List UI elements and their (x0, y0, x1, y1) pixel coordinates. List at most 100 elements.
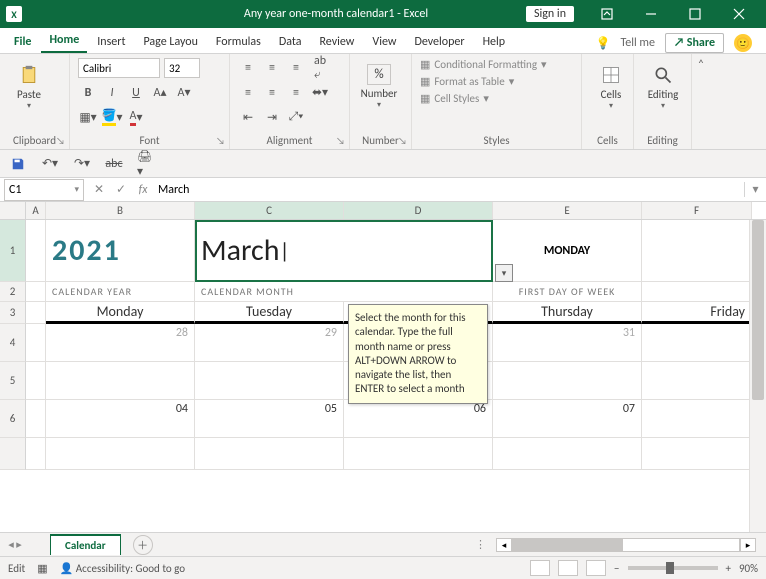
vertical-scrollbar[interactable] (749, 220, 766, 532)
orientation-button[interactable]: ⤢▾ (286, 107, 306, 127)
cell[interactable] (26, 220, 46, 282)
cell[interactable] (344, 220, 493, 282)
worksheet[interactable]: A B C D E F 1 2021 March| MONDAY 2 CALEN… (0, 202, 766, 532)
tell-me[interactable]: Tell me (620, 36, 655, 50)
cells-button[interactable]: Cells▾ (590, 58, 632, 116)
cell[interactable] (26, 438, 46, 470)
cell[interactable] (26, 400, 46, 438)
view-page-break-button[interactable] (586, 560, 606, 576)
account-icon[interactable]: 🙂 (734, 34, 752, 52)
font-size[interactable] (164, 58, 200, 78)
merge-center-button[interactable]: ⬌▾ (310, 83, 330, 103)
align-middle-button[interactable]: ≡ (262, 58, 282, 78)
ribbon-options-button[interactable] (586, 0, 628, 28)
cell[interactable]: Monday (46, 302, 195, 324)
tab-data[interactable]: Data (271, 31, 310, 53)
zoom-level[interactable]: 90% (739, 562, 758, 575)
formula-input[interactable] (154, 183, 744, 197)
sheet-nav[interactable]: ◂ ▸ (0, 538, 30, 551)
horizontal-scrollbar[interactable]: ◂▸ (496, 537, 756, 553)
cell[interactable] (642, 282, 752, 302)
cell[interactable] (642, 324, 752, 362)
cell-first-day[interactable]: MONDAY (493, 220, 642, 282)
collapse-ribbon-button[interactable]: ˄ (692, 54, 710, 149)
increase-font-button[interactable]: A▴ (150, 83, 170, 103)
italic-button[interactable]: I (102, 83, 122, 103)
row-header[interactable]: 4 (0, 324, 26, 362)
bold-button[interactable]: B (78, 83, 98, 103)
tab-home[interactable]: Home (41, 29, 87, 53)
row-header[interactable]: 6 (0, 400, 26, 438)
number-format-button[interactable]: % Number▾ (358, 58, 400, 116)
cell[interactable] (26, 302, 46, 324)
sheet-tab-calendar[interactable]: Calendar (50, 534, 121, 555)
undo-button[interactable]: ↶▾ (40, 154, 60, 174)
tab-developer[interactable]: Developer (406, 31, 472, 53)
cell[interactable] (46, 438, 195, 470)
fx-icon[interactable]: fx (132, 183, 154, 197)
row-header[interactable]: 1 (0, 220, 26, 282)
wrap-text-button[interactable]: ab⤶ (310, 58, 330, 78)
share-button[interactable]: ↗ Share (665, 33, 724, 53)
decrease-font-button[interactable]: A▾ (174, 83, 194, 103)
select-all-corner[interactable] (0, 202, 26, 219)
cell[interactable]: Thursday (493, 302, 642, 324)
redo-button[interactable]: ↷▾ (72, 154, 92, 174)
new-sheet-button[interactable]: ＋ (133, 535, 153, 555)
cell[interactable]: Friday (642, 302, 752, 324)
row-header[interactable] (0, 438, 26, 470)
cell[interactable]: CALENDAR MONTH (195, 282, 493, 302)
cell[interactable] (26, 282, 46, 302)
cell[interactable]: 04 (46, 400, 195, 438)
view-page-layout-button[interactable] (558, 560, 578, 576)
save-button[interactable] (8, 154, 28, 174)
align-center-button[interactable]: ≡ (262, 83, 282, 103)
tab-review[interactable]: Review (312, 31, 363, 53)
fill-color-button[interactable]: 🪣▾ (102, 107, 122, 127)
cell[interactable]: Tuesday (195, 302, 344, 324)
view-normal-button[interactable] (530, 560, 550, 576)
expand-formula-button[interactable]: ▾ (744, 182, 766, 197)
close-button[interactable] (718, 0, 760, 28)
align-right-button[interactable]: ≡ (286, 83, 306, 103)
cell[interactable]: 05 (195, 400, 344, 438)
cell[interactable] (195, 362, 344, 400)
cell-month[interactable]: March| (195, 220, 344, 282)
format-as-table-button[interactable]: ▦ Format as Table ▾ (420, 75, 573, 88)
tab-insert[interactable]: Insert (89, 31, 133, 53)
tab-file[interactable]: File (6, 31, 39, 53)
cell[interactable] (26, 362, 46, 400)
cell[interactable] (195, 438, 344, 470)
align-top-button[interactable]: ≡ (238, 58, 258, 78)
zoom-slider[interactable] (628, 566, 718, 570)
cell[interactable]: FIRST DAY OF WEEK (493, 282, 642, 302)
paste-button[interactable]: Paste▾ (8, 58, 50, 116)
cell[interactable] (642, 220, 752, 282)
quick-print-button[interactable]: 🖨▾ (136, 154, 156, 174)
cancel-edit-button[interactable]: ✕ (88, 182, 110, 197)
confirm-edit-button[interactable]: ✓ (110, 182, 132, 197)
tab-formulas[interactable]: Formulas (208, 31, 269, 53)
zoom-out-button[interactable]: − (614, 562, 619, 575)
alignment-launcher[interactable]: ↘ (336, 134, 345, 147)
align-left-button[interactable]: ≡ (238, 83, 258, 103)
col-header[interactable]: F (642, 202, 752, 219)
col-header[interactable]: D (344, 202, 493, 219)
cell[interactable]: CALENDAR YEAR (46, 282, 195, 302)
cell[interactable] (344, 438, 493, 470)
cell[interactable]: 06 (344, 400, 493, 438)
tab-page-layout[interactable]: Page Layou (135, 31, 205, 53)
macro-record-icon[interactable]: ▦ (37, 562, 47, 575)
maximize-button[interactable] (674, 0, 716, 28)
cell[interactable] (26, 324, 46, 362)
row-header[interactable]: 5 (0, 362, 26, 400)
tab-view[interactable]: View (364, 31, 404, 53)
cell[interactable] (46, 362, 195, 400)
font-launcher[interactable]: ↘ (216, 134, 225, 147)
cell[interactable] (642, 400, 752, 438)
underline-button[interactable]: U (126, 83, 146, 103)
decrease-indent-button[interactable]: ⇤ (238, 107, 258, 127)
cell-year[interactable]: 2021 (46, 220, 195, 282)
accessibility-status[interactable]: 👤 Accessibility: Good to go (60, 562, 185, 575)
cell-styles-button[interactable]: ▦ Cell Styles ▾ (420, 92, 573, 105)
